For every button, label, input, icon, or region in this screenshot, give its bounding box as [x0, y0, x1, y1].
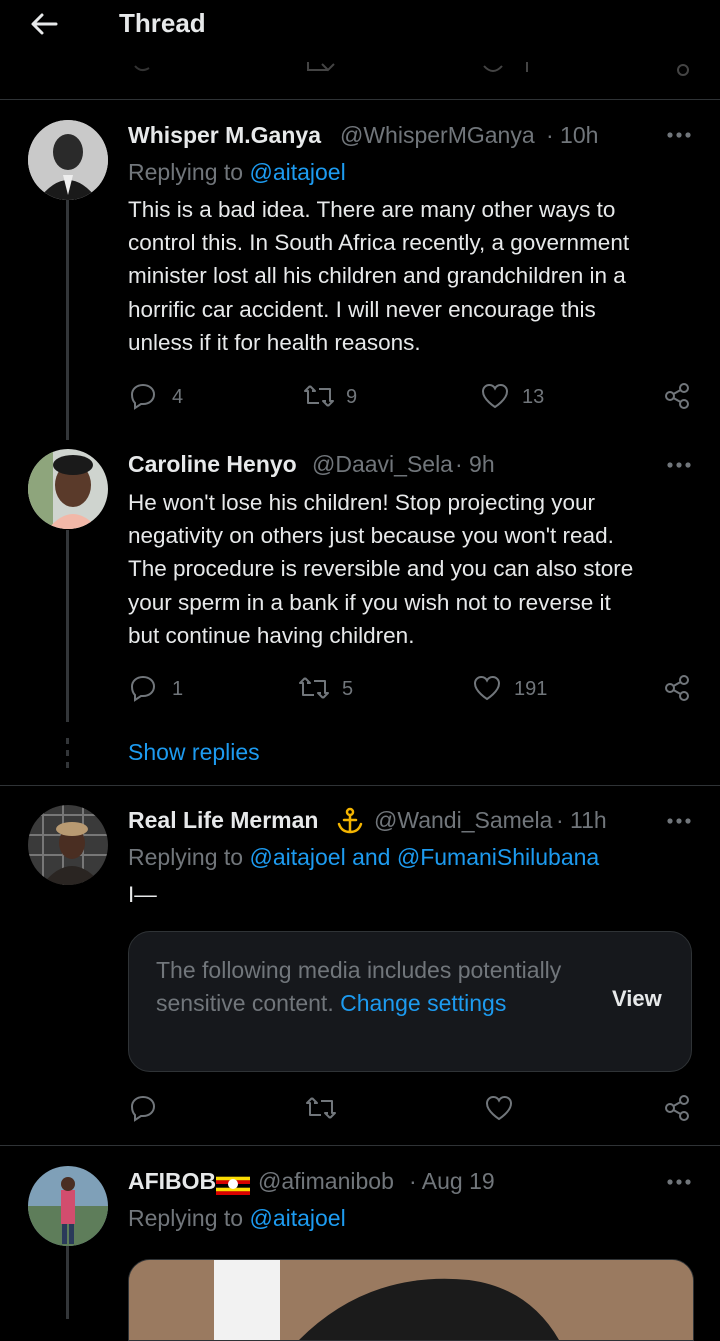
author-name[interactable]: Whisper M.Ganya [128, 122, 321, 149]
author-name[interactable]: Real Life Merman [128, 807, 318, 834]
like-count: 191 [514, 678, 548, 700]
share-icon[interactable] [664, 1094, 692, 1122]
divider [0, 99, 720, 100]
avatar[interactable] [28, 805, 108, 885]
tweet-text-line: but continue having children. [128, 622, 415, 648]
author-name[interactable]: Caroline Henyo [128, 451, 297, 478]
retweet-icon[interactable] [302, 382, 336, 410]
view-media-button[interactable]: View [612, 986, 662, 1012]
tweet-time[interactable]: · 11h [556, 807, 607, 834]
author-name[interactable]: AFIBOB [128, 1168, 216, 1195]
tweet-text-line: negativity on others just because you wo… [128, 523, 614, 549]
tweet-text: I— [128, 882, 157, 907]
replying-prefix: Replying to [128, 844, 244, 870]
retweet-icon[interactable] [304, 1094, 338, 1122]
avatar[interactable] [28, 1166, 108, 1246]
retweet-count: 5 [342, 678, 354, 700]
retweet-count: 9 [346, 386, 358, 408]
tweet-text-line: He won't lose his children! Stop project… [128, 490, 596, 515]
tweet-text-line: control this. In South Africa recently, … [128, 230, 630, 256]
sensitive-media-warning: The following media includes potentially… [128, 931, 692, 1072]
page-title: Thread [119, 8, 206, 38]
tweet-text: This is a bad idea. There are many other… [128, 193, 698, 359]
mention-link[interactable]: @aitajoel [249, 1205, 345, 1231]
reply-icon[interactable] [129, 1094, 157, 1122]
reply-icon[interactable] [129, 382, 157, 410]
thread-line [66, 1246, 69, 1319]
more-options-icon[interactable] [666, 816, 694, 826]
tweet-text: He won't lose his children! Stop project… [128, 486, 698, 652]
replying-prefix: Replying to [128, 1205, 244, 1231]
thread-line [66, 530, 69, 722]
avatar[interactable] [28, 120, 108, 200]
tweet-text-line: minister lost all his children and grand… [128, 263, 626, 289]
replying-to: Replying to @aitajoel [128, 159, 346, 186]
replying-to: Replying to @aitajoel [128, 1205, 346, 1232]
tweet-text-line: your sperm in a bank if you wish not to … [128, 589, 611, 615]
thread-dots [66, 738, 70, 773]
top-app-bar: Thread [0, 0, 720, 48]
tweet-text-line: This is a bad idea. There are many other… [128, 197, 616, 222]
show-replies-link[interactable]: Show replies [128, 739, 260, 766]
tweet-text-line: The procedure is reversible and you can … [128, 556, 634, 582]
more-options-icon[interactable] [666, 1177, 694, 1187]
mention-link[interactable]: @aitajoel [249, 159, 345, 185]
reply-count: 4 [172, 386, 184, 408]
retweet-icon[interactable] [297, 674, 331, 702]
tweet-time[interactable]: · Aug 19 [409, 1168, 495, 1195]
divider [0, 1145, 720, 1146]
change-settings-link[interactable]: Change settings [340, 990, 506, 1016]
reply-icon[interactable] [129, 674, 157, 702]
heart-icon[interactable] [480, 382, 510, 410]
divider [0, 785, 720, 786]
tweet-time[interactable]: · 9h [455, 451, 495, 478]
author-handle[interactable]: @WhisperMGanya [340, 122, 535, 149]
replying-prefix: Replying to [128, 159, 244, 185]
author-handle[interactable]: @Wandi_Samela [374, 807, 552, 834]
like-count: 13 [522, 386, 545, 408]
thread-line [66, 200, 69, 440]
uganda-flag-icon [216, 1173, 250, 1195]
anchor-emoji-icon [335, 806, 365, 836]
heart-icon[interactable] [472, 674, 502, 702]
share-icon[interactable] [664, 674, 692, 702]
more-options-icon[interactable] [666, 130, 694, 140]
heart-icon[interactable] [484, 1094, 514, 1122]
more-options-icon[interactable] [666, 460, 694, 470]
tweet-text-line: unless if it for health reasons. [128, 329, 421, 355]
reply-count: 1 [172, 678, 184, 700]
tweet-text-line: horrific car accident. I will never enco… [128, 296, 596, 322]
author-handle[interactable]: @afimanibob [258, 1168, 394, 1195]
previous-tweet-actions [0, 52, 720, 78]
avatar[interactable] [28, 449, 108, 529]
author-handle[interactable]: @Daavi_Sela [312, 451, 453, 478]
sensitive-text: The following media includes potentially… [156, 954, 576, 1020]
mention-link[interactable]: @aitajoel and @FumaniShilubana [249, 844, 599, 870]
arrow-left-icon[interactable] [28, 8, 60, 40]
tweet-media-image[interactable] [128, 1259, 694, 1341]
replying-to: Replying to @aitajoel and @FumaniShiluba… [128, 844, 599, 871]
tweet-time[interactable]: · 10h [546, 122, 598, 149]
share-icon[interactable] [664, 382, 692, 410]
